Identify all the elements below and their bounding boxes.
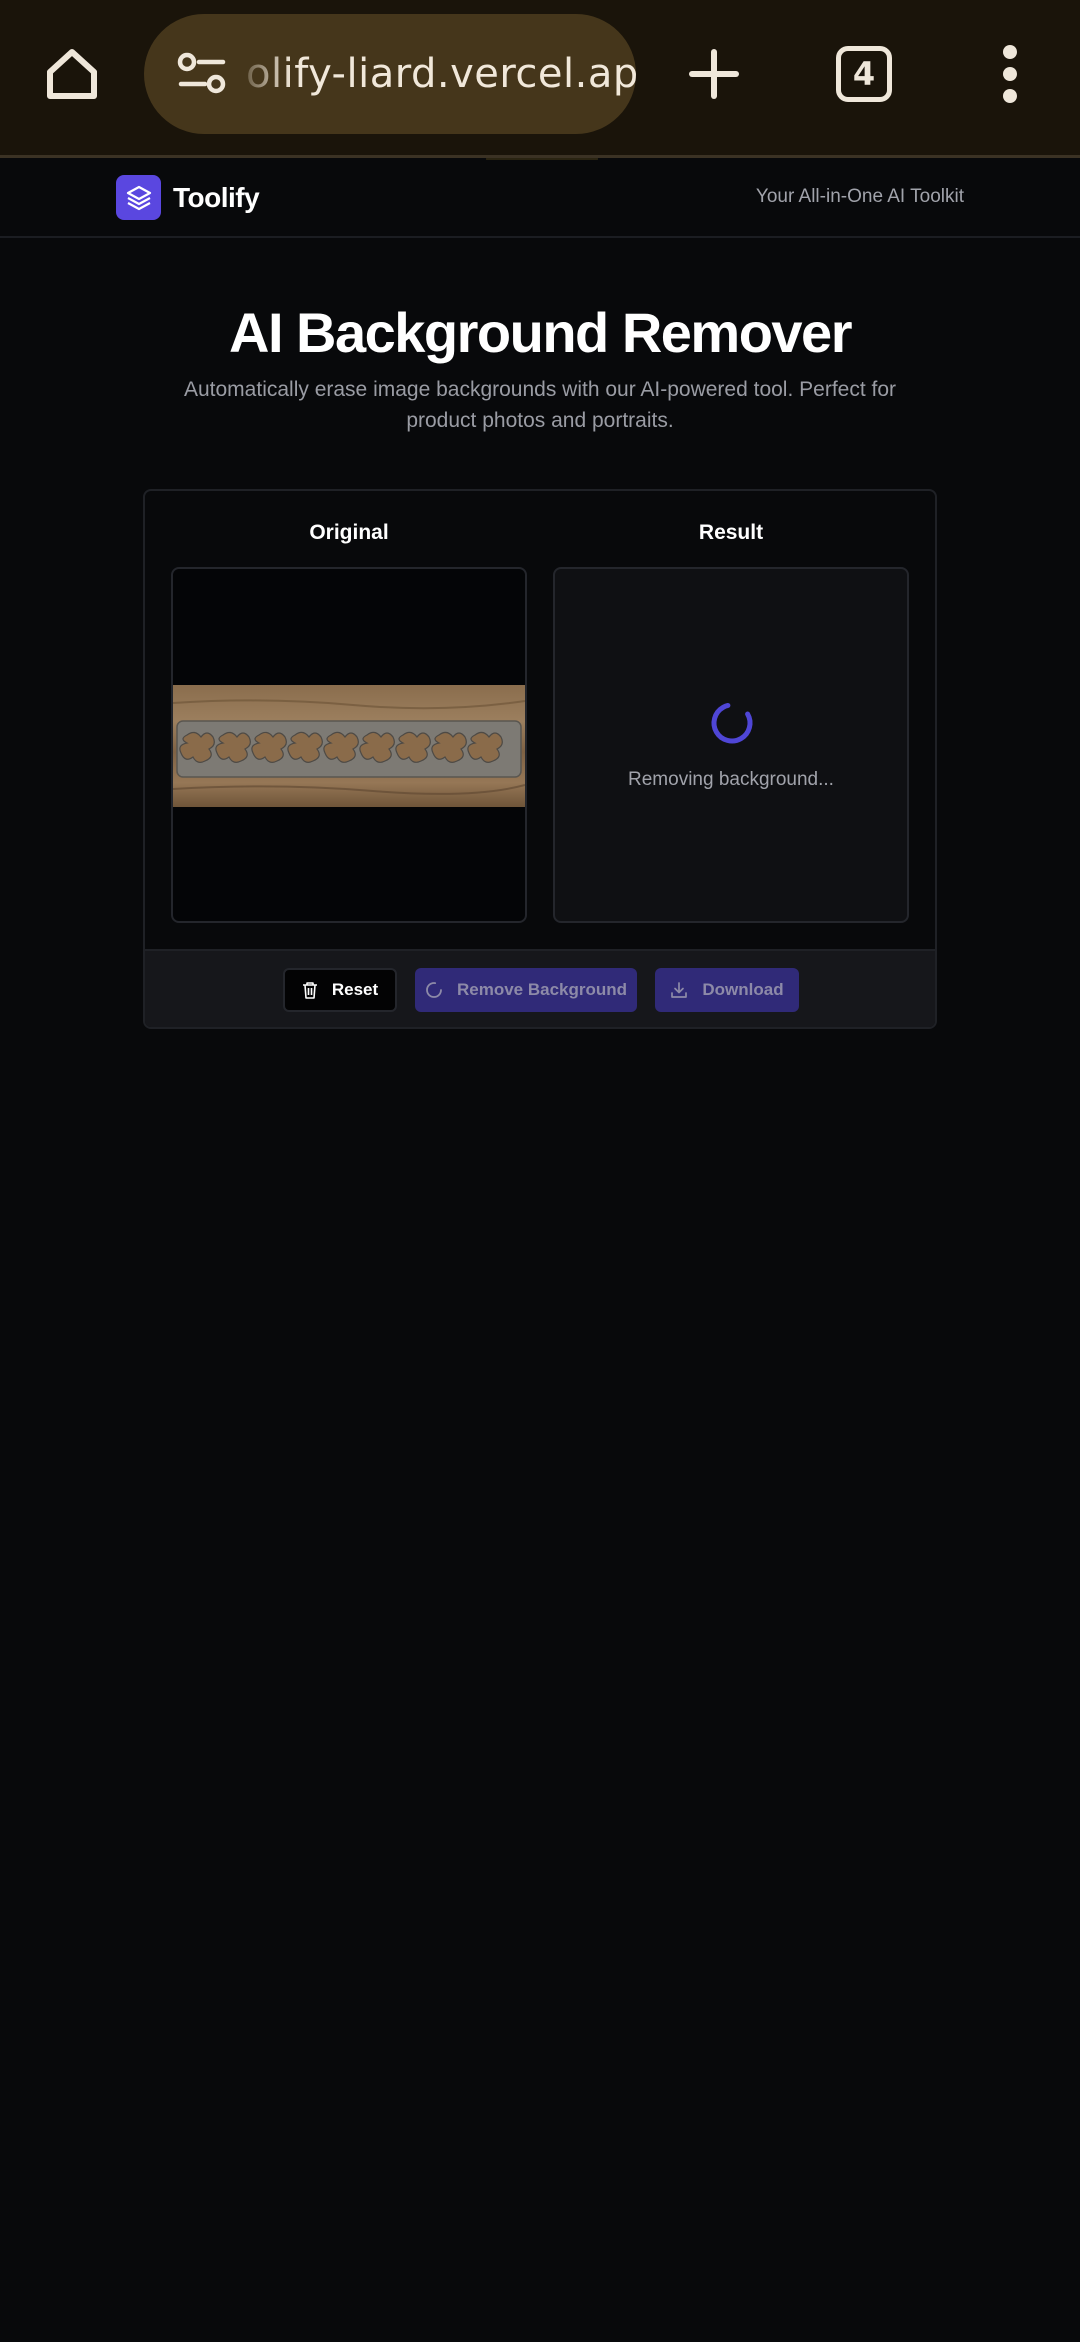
result-label: Result (698, 521, 764, 544)
remove-background-label: Remove Background (456, 980, 628, 999)
spinner-icon (711, 702, 753, 744)
site-logo-link[interactable]: Toolify (116, 175, 260, 220)
address-bar[interactable]: olify-liard.vercel.app (144, 14, 636, 134)
layers-icon (126, 185, 151, 210)
tune-icon (177, 52, 226, 94)
site-tagline: Your All-in-One AI Toolkit (755, 186, 964, 207)
plus-icon (689, 49, 739, 99)
background-remover-card: Original Result Removing background... R… (143, 489, 937, 1029)
original-image (173, 685, 525, 807)
page-title: AI Background Remover (229, 301, 853, 364)
processing-status: Removing background... (628, 769, 834, 790)
original-label: Original (309, 521, 389, 544)
download-label: Download (702, 980, 784, 999)
new-tab-button[interactable] (678, 38, 750, 110)
site-settings-button[interactable] (164, 36, 240, 112)
download-button[interactable]: Download (655, 968, 799, 1012)
brand-name: Toolify (173, 181, 260, 213)
original-image-panel (171, 567, 527, 923)
logo-badge (116, 175, 161, 220)
result-image-panel: Removing background... (553, 567, 909, 923)
more-vert-icon[interactable] (980, 38, 1040, 110)
browser-toolbar: olify-liard.vercel.app 4 (0, 0, 1080, 158)
reset-button[interactable]: Reset (283, 968, 397, 1012)
home-icon (47, 49, 97, 99)
tab-switcher-button[interactable]: 4 (836, 46, 892, 102)
site-header: Toolify Your All-in-One AI Toolkit (0, 160, 1080, 238)
loading-state: Removing background... (555, 569, 907, 921)
page-subtitle: Automatically erase image backgrounds wi… (183, 378, 897, 432)
home-button[interactable] (36, 38, 108, 110)
spinner-icon (426, 982, 442, 998)
remove-background-button[interactable]: Remove Background (415, 968, 637, 1012)
url-text: olify-liard.vercel.app (246, 51, 636, 97)
action-bar: Reset Remove Background Download (145, 949, 935, 1027)
download-icon (671, 982, 688, 998)
reset-label: Reset (331, 980, 379, 999)
trash-icon (302, 982, 317, 999)
